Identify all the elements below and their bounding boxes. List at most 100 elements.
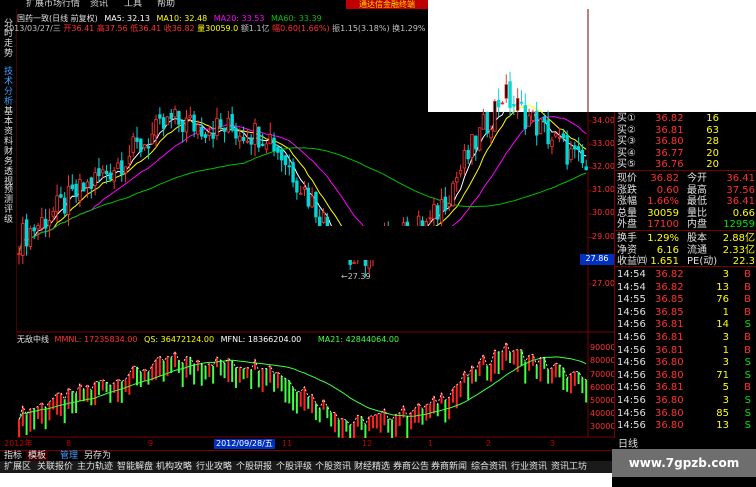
- stat-value: 0.66: [732, 207, 755, 219]
- tab-finance[interactable]: 财务透视: [2, 147, 15, 187]
- bid-level-label: 买②: [617, 124, 636, 136]
- info-tab-workshop[interactable]: 资讯工坊: [551, 461, 587, 473]
- occluded-region: [229, 226, 526, 260]
- watermark: www.7gpzb.com: [612, 449, 756, 477]
- info-tab-stock-news[interactable]: 个股资讯: [315, 461, 351, 473]
- info-tab-smart[interactable]: 智能解盘: [117, 461, 153, 473]
- axis-label-34: 34.00: [592, 116, 615, 125]
- ma10-label: MA10: 32.48: [156, 14, 208, 23]
- candle-body: [439, 199, 444, 223]
- info-tab-main-force[interactable]: 主力轨迹: [77, 461, 113, 473]
- candle-body: [310, 195, 314, 208]
- kline-chart[interactable]: [17, 9, 614, 438]
- tick-volume: 3: [722, 269, 729, 280]
- candle-body: [257, 126, 261, 148]
- stat-label: 净资: [617, 244, 637, 256]
- bid-price: 36.82: [655, 113, 684, 124]
- stat-value: 2.33亿: [722, 244, 755, 256]
- ma5-label: MA5: 32.13: [104, 14, 150, 23]
- stat-row: 总量 30059 量比 0.66: [615, 208, 756, 220]
- tick-direction: S: [744, 420, 751, 432]
- tick-time: 14:56: [617, 332, 646, 343]
- candle-body: [474, 135, 478, 150]
- bid-volume: 20: [706, 159, 719, 170]
- info-tab-industry[interactable]: 行业攻略: [196, 461, 232, 473]
- stock-name: 国药一致(日线 前复权): [17, 14, 98, 23]
- info-tab-industry-news[interactable]: 行业资讯: [511, 461, 547, 473]
- candle-body: [222, 127, 227, 132]
- info-tab-broker-news[interactable]: 券商新闻: [431, 461, 467, 473]
- candle-body: [531, 111, 535, 121]
- stat-row: 换手 1.29% 股本 2.88亿: [615, 233, 756, 245]
- info-tab-institution[interactable]: 机构攻略: [156, 461, 192, 473]
- tab-fundamentals[interactable]: 基本资料: [2, 107, 15, 147]
- candle-body: [455, 177, 459, 183]
- bid-volume: 28: [706, 136, 719, 147]
- candle-body: [451, 182, 455, 207]
- brand-banner: 通达信金融终端: [346, 0, 428, 9]
- tick-direction: B: [744, 332, 751, 343]
- candle-body: [523, 105, 527, 129]
- tick-volume: 1: [722, 344, 729, 356]
- bid-row: 买① 36.82 16: [615, 113, 756, 125]
- tick-row: 14:56 36.81 1 B: [615, 345, 756, 357]
- tick-direction: B: [744, 281, 751, 293]
- bid-price: 36.80: [655, 136, 684, 147]
- candle-body: [470, 134, 474, 158]
- quote-separator: [615, 266, 756, 267]
- bid-level-label: 买④: [617, 147, 636, 159]
- info-tab-general[interactable]: 综合资讯: [471, 461, 507, 473]
- tick-price: 36.80: [655, 407, 684, 419]
- tick-row: 14:56 36.80 3 S: [615, 395, 756, 407]
- tick-row: 14:56 36.81 5 B: [615, 382, 756, 394]
- candle-body: [447, 203, 451, 207]
- info-tab-research[interactable]: 个股研报: [236, 461, 272, 473]
- tick-direction: S: [744, 369, 751, 381]
- candle-body: [535, 110, 539, 136]
- open-value: 开36.41: [63, 24, 95, 33]
- bid-row: 买⑤ 36.76 20: [615, 159, 756, 171]
- candle-body: [569, 148, 573, 160]
- date-label-9: 9: [148, 439, 154, 448]
- indicator-name: 无敌中线: [17, 335, 49, 344]
- menu-item-news[interactable]: 资讯: [90, 0, 108, 9]
- ma20-label: MA20: 33.53: [213, 14, 265, 23]
- info-tab-extended[interactable]: 扩展区: [4, 461, 31, 473]
- quote-separator: [615, 230, 756, 231]
- candle-body: [302, 186, 307, 190]
- tick-volume: 13: [716, 281, 729, 293]
- bid-price: 36.76: [655, 159, 684, 170]
- menu-item-extended-market[interactable]: 扩展市场行情: [26, 0, 80, 9]
- candle-body: [120, 160, 124, 175]
- info-tab-related[interactable]: 关联报价: [37, 461, 73, 473]
- candle-body: [283, 155, 288, 166]
- stat-label: 最高: [687, 184, 707, 196]
- candle-body: [500, 102, 505, 105]
- info-tab-rating[interactable]: 个股评级: [276, 461, 312, 473]
- info-tab-broker-notice[interactable]: 券商公告: [393, 461, 429, 473]
- menu-item-help[interactable]: 帮助: [157, 0, 175, 9]
- tick-direction: B: [744, 344, 751, 356]
- candle-body: [150, 133, 154, 145]
- bid-level-label: 买③: [617, 136, 636, 147]
- tick-time: 14:54: [617, 269, 646, 280]
- menu-item-tools[interactable]: 工具: [124, 0, 142, 9]
- tab-technical[interactable]: 技术分析: [2, 67, 15, 107]
- candle-body: [17, 253, 21, 255]
- candle-body: [55, 195, 59, 213]
- stat-label: 今开: [687, 173, 707, 184]
- candle-body: [268, 134, 272, 145]
- tick-time: 14:56: [617, 369, 646, 381]
- candle-body: [428, 217, 432, 220]
- tab-forecast[interactable]: 预测评级: [2, 185, 15, 225]
- stat-label: 外盘: [617, 219, 637, 230]
- candle-body: [512, 103, 516, 107]
- candle-body: [538, 118, 543, 135]
- candle-body: [85, 181, 90, 188]
- candle-body: [51, 210, 55, 217]
- candle-body: [272, 137, 276, 152]
- tick-price: 36.80: [655, 357, 684, 369]
- date-label-8: 8: [66, 439, 72, 448]
- candle-body: [466, 149, 470, 160]
- info-tab-finance[interactable]: 财经精选: [354, 461, 390, 473]
